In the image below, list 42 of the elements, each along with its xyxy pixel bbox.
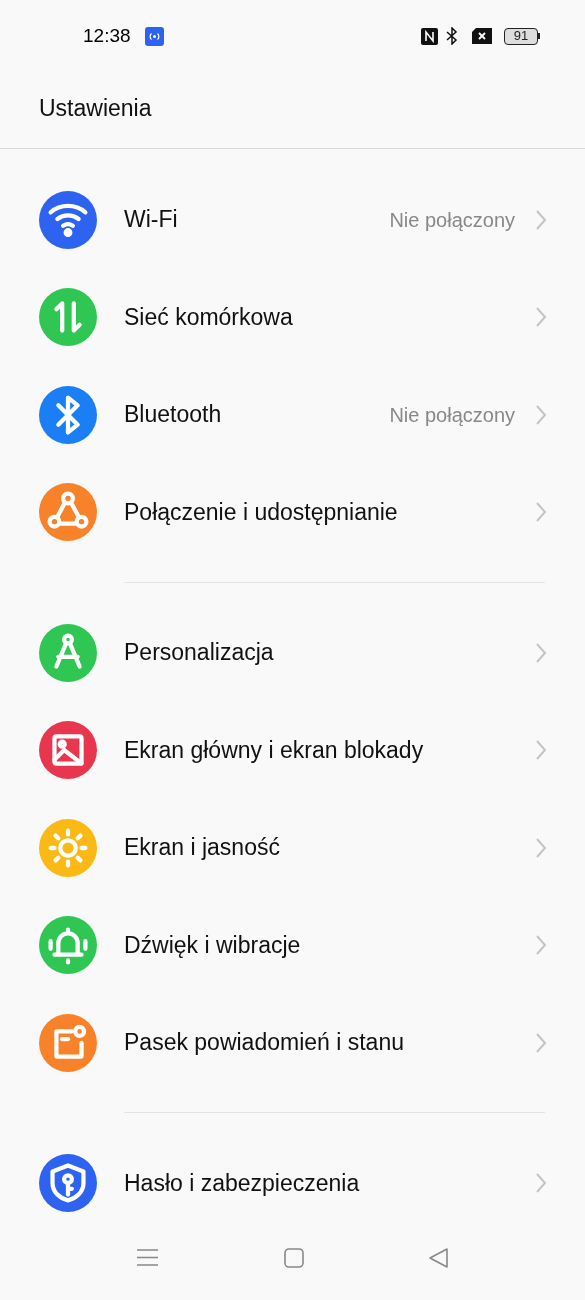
settings-item[interactable]: Ekran i jasność [0, 798, 585, 897]
page-title: Ustawienia [39, 94, 152, 124]
settings-item[interactable]: Pasek powiadomień i stanu [0, 993, 585, 1092]
chevron-right-icon [535, 836, 547, 859]
item-label: Dźwięk i wibracje [124, 930, 301, 960]
item-label: Bluetooth [124, 400, 222, 430]
item-status: Nie połączony [389, 402, 515, 428]
nfc-icon [421, 27, 438, 45]
item-label: Hasło i zabezpieczenia [124, 1168, 360, 1198]
item-label: Sieć komórkowa [124, 302, 293, 332]
settings-item[interactable]: Połączenie i udostępnianie [0, 463, 585, 561]
item-label: Wi-Fi [124, 205, 178, 235]
chevron-right-icon [535, 1172, 547, 1195]
back-icon[interactable] [429, 1247, 448, 1268]
chevron-right-icon [535, 306, 547, 329]
bluetooth-icon [446, 27, 458, 46]
item-status: Nie połączony [389, 207, 515, 233]
chevron-right-icon [535, 403, 547, 426]
sim-error-icon [472, 28, 492, 45]
battery-indicator: 91 [504, 27, 540, 45]
item-label: Personalizacja [124, 638, 274, 668]
home-icon[interactable] [283, 1247, 304, 1268]
settings-item[interactable]: Sieć komórkowa [0, 268, 585, 366]
settings-item[interactable]: Hasło i zabezpieczenia [0, 1134, 585, 1232]
chevron-right-icon [535, 1031, 547, 1054]
settings-item[interactable]: Dźwięk i wibracje [0, 896, 585, 994]
chevron-right-icon [535, 641, 547, 664]
chevron-right-icon [535, 208, 547, 231]
status-time: 12:38 [83, 24, 131, 49]
chevron-right-icon [535, 934, 547, 957]
item-label: Ekran główny i ekran blokady [124, 735, 424, 765]
item-label: Połączenie i udostępnianie [124, 497, 398, 527]
item-label: Ekran i jasność [124, 833, 280, 863]
settings-item[interactable]: Ekran główny i ekran blokady [0, 701, 585, 799]
settings-item[interactable]: Wi-Fi Nie połączony [0, 170, 585, 269]
chevron-right-icon [535, 739, 547, 762]
hotspot-icon [144, 26, 164, 46]
settings-item[interactable]: Personalizacja [0, 603, 585, 702]
chevron-right-icon [535, 501, 547, 524]
item-label: Pasek powiadomień i stanu [124, 1028, 404, 1058]
settings-item[interactable]: Bluetooth Nie połączony [0, 365, 585, 464]
menu-icon[interactable] [137, 1248, 158, 1268]
